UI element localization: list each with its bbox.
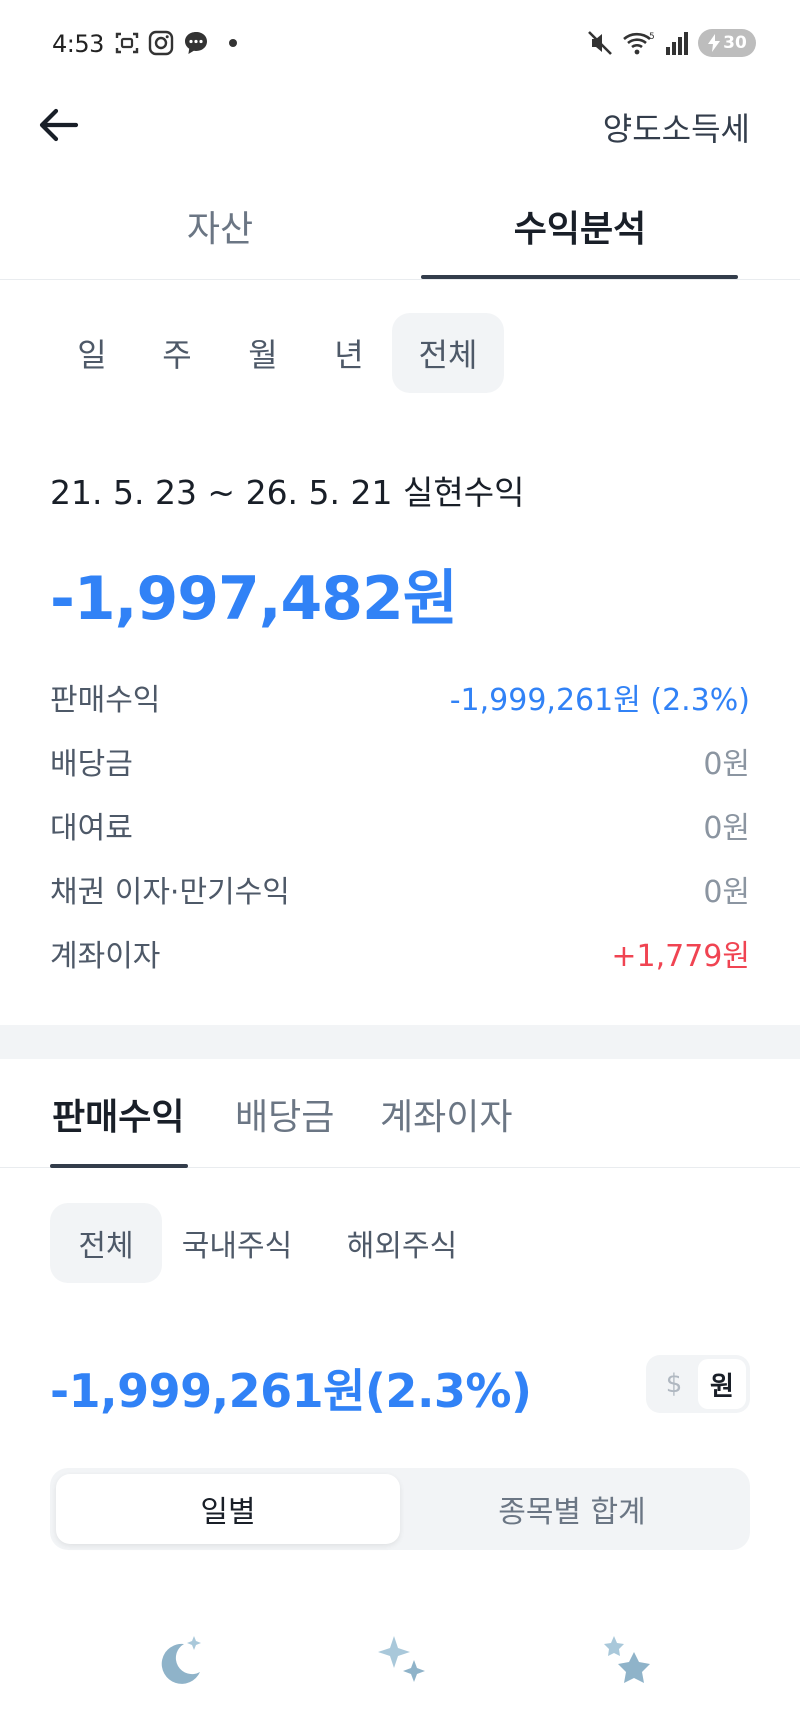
profit-breakdown: 판매수익 -1,999,261원 (2.3%) 배당금 0원 대여료 0원 채권… [50,665,750,985]
period-month[interactable]: 월 [220,313,306,393]
tab-assets[interactable]: 자산 [60,200,380,252]
battery-level: 30 [723,33,747,53]
breakdown-value: 0원 [703,747,750,782]
period-all[interactable]: 전체 [392,313,504,393]
tab-account-interest[interactable]: 계좌이자 [380,1088,512,1140]
status-bar: 4:53 5 30 [0,0,800,90]
view-segment: 일별 종목별 합계 [50,1468,750,1550]
screenshot-icon [115,32,139,54]
breakdown-row-lending: 대여료 0원 [50,793,750,857]
charging-bolt-icon [708,34,721,52]
breakdown-row-bond: 채권 이자·만기수익 0원 [50,857,750,921]
breakdown-row-sales: 판매수익 -1,999,261원 (2.3%) [50,665,750,729]
notification-dot-icon [229,39,237,47]
currency-dollar[interactable]: $ [650,1359,698,1409]
signal-icon [666,32,688,55]
breakdown-label: 대여료 [50,811,133,846]
market-overseas[interactable]: 해외주식 [312,1203,492,1283]
breakdown-row-account-interest: 계좌이자 +1,779원 [50,921,750,985]
stars-icon [604,1636,650,1683]
capital-gains-tax-button[interactable]: 양도소득세 [603,104,750,150]
breakdown-label: 배당금 [50,747,133,782]
breakdown-value: 0원 [703,811,750,846]
wifi-icon: 5 [623,32,655,55]
chat-icon [185,32,207,54]
tab-dividend[interactable]: 배당금 [235,1088,334,1140]
market-all[interactable]: 전체 [50,1203,162,1283]
sparkle-icon [378,1636,425,1682]
tab-profit-analysis[interactable]: 수익분석 [420,200,740,252]
breakdown-row-dividend: 배당금 0원 [50,729,750,793]
period-week[interactable]: 주 [134,313,220,393]
svg-text:5: 5 [649,32,655,42]
breakdown-label: 채권 이자·만기수익 [50,875,290,910]
breakdown-value: +1,779원 [611,939,750,974]
breakdown-value: 0원 [703,875,750,910]
period-year[interactable]: 년 [306,313,392,393]
back-button[interactable] [34,100,84,150]
status-time: 4:53 [52,30,104,58]
detail-tabs: 판매수익 배당금 계좌이자 [0,1068,800,1168]
realized-profit-range: 21. 5. 23 ~ 26. 5. 21 실현수익 [50,473,525,512]
tab-sales-profit[interactable]: 판매수익 [52,1088,184,1140]
currency-won[interactable]: 원 [698,1359,746,1409]
detail-tab-indicator [50,1164,188,1168]
segment-daily[interactable]: 일별 [56,1474,400,1544]
section-divider [0,1025,800,1059]
market-domestic[interactable]: 국내주식 [162,1203,312,1283]
currency-toggle: $ 원 [646,1355,750,1413]
breakdown-label: 판매수익 [50,683,161,718]
mute-icon [588,31,612,55]
realized-profit-total: -1,997,482원 [50,564,458,634]
period-day[interactable]: 일 [50,313,134,393]
segment-by-stock[interactable]: 종목별 합계 [400,1474,744,1544]
period-selector: 일 주 월 년 전체 [50,313,504,393]
arrow-left-icon [39,108,79,142]
breakdown-label: 계좌이자 [50,939,161,974]
main-tabs: 자산 수익분석 [0,190,800,280]
moon-star-icon [161,1636,201,1684]
sales-profit-total: -1,999,261원(2.3%) [50,1364,532,1418]
market-filter: 전체 국내주식 해외주식 [50,1203,492,1283]
tab-active-indicator [421,275,738,279]
breakdown-value: -1,999,261원 (2.3%) [449,683,750,718]
battery-indicator: 30 [698,29,756,57]
instagram-icon [148,30,174,56]
